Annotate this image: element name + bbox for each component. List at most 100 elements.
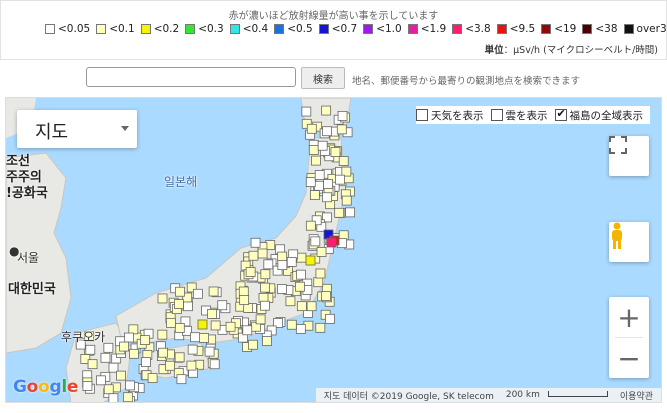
station-marker[interactable] (157, 293, 168, 304)
station-marker[interactable] (263, 259, 274, 270)
toggle-clouds[interactable]: 雲を表示 (490, 108, 548, 123)
station-marker[interactable] (321, 105, 332, 116)
station-marker[interactable] (141, 357, 151, 367)
station-marker[interactable] (248, 339, 258, 350)
station-marker[interactable] (245, 267, 256, 277)
station-marker[interactable] (103, 384, 114, 395)
station-marker[interactable] (257, 248, 268, 259)
station-marker[interactable] (337, 110, 348, 121)
station-marker[interactable] (286, 256, 297, 267)
station-marker[interactable] (147, 373, 158, 383)
station-marker[interactable] (277, 251, 288, 262)
clouds-checkbox[interactable] (490, 109, 503, 121)
station-marker[interactable] (165, 360, 175, 371)
station-marker[interactable] (345, 207, 355, 218)
station-marker[interactable] (336, 124, 347, 135)
station-marker[interactable] (174, 299, 184, 309)
station-marker[interactable] (286, 319, 297, 330)
station-marker[interactable] (157, 329, 168, 340)
station-marker[interactable] (239, 295, 250, 305)
station-marker[interactable] (183, 301, 193, 312)
station-marker[interactable] (262, 336, 272, 347)
station-marker[interactable] (325, 313, 335, 324)
station-marker[interactable] (334, 207, 345, 218)
station-marker[interactable] (255, 314, 266, 325)
fukushima-all-checkbox[interactable] (554, 107, 567, 121)
station-marker[interactable] (301, 106, 312, 117)
station-marker[interactable] (315, 322, 326, 333)
station-marker[interactable] (186, 360, 197, 371)
weather-checkbox[interactable] (416, 109, 428, 121)
station-marker[interactable] (335, 174, 345, 185)
station-marker[interactable] (260, 269, 271, 280)
station-marker[interactable] (207, 309, 218, 319)
station-marker[interactable] (306, 301, 317, 312)
station-marker[interactable] (295, 281, 305, 292)
station-marker[interactable] (108, 393, 119, 403)
station-marker[interactable] (158, 347, 168, 358)
station-marker[interactable] (277, 260, 288, 271)
station-marker[interactable] (330, 147, 341, 157)
station-marker[interactable] (96, 375, 106, 386)
search-input[interactable] (86, 67, 296, 87)
station-marker[interactable] (87, 359, 98, 370)
station-marker[interactable] (190, 332, 201, 343)
station-marker[interactable] (285, 296, 296, 307)
station-marker[interactable] (225, 321, 236, 332)
station-marker[interactable] (296, 269, 306, 280)
station-marker[interactable] (217, 300, 228, 311)
map-scale[interactable]: 200 km (502, 390, 612, 400)
station-marker[interactable] (103, 342, 114, 353)
station-marker[interactable] (314, 170, 325, 180)
station-marker[interactable] (313, 277, 324, 288)
station-marker[interactable] (174, 352, 185, 363)
terms-link[interactable]: 이용약관 (620, 389, 653, 402)
station-marker[interactable] (296, 252, 307, 263)
street-view-pegman[interactable] (609, 222, 649, 262)
search-button[interactable]: 検索 (301, 67, 345, 89)
station-marker[interactable] (248, 250, 259, 261)
station-marker[interactable] (122, 392, 133, 402)
station-marker[interactable] (314, 180, 325, 191)
station-marker[interactable] (242, 325, 253, 336)
station-marker[interactable] (320, 291, 331, 302)
toggle-weather[interactable]: 天気を表示 (416, 108, 484, 123)
map-data-credit[interactable]: 지도 데이터 ©2019 Google, SK telecom (324, 389, 494, 402)
station-marker[interactable] (209, 359, 220, 370)
station-marker[interactable] (250, 237, 261, 248)
station-marker[interactable] (204, 346, 215, 357)
station-marker[interactable] (123, 332, 134, 343)
station-marker[interactable] (341, 166, 352, 177)
station-marker[interactable] (208, 286, 219, 297)
station-marker[interactable] (199, 333, 210, 343)
station-marker[interactable] (187, 344, 198, 355)
map-area[interactable]: 지도 天気を表示 雲を表示 福島の全域表示 + − (5, 97, 662, 403)
zoom-in-button[interactable]: + (609, 297, 649, 337)
station-marker[interactable] (316, 247, 327, 257)
station-marker[interactable] (210, 320, 221, 331)
station-marker[interactable] (116, 370, 126, 381)
zoom-out-button[interactable]: − (609, 338, 649, 378)
station-marker[interactable] (306, 123, 317, 134)
station-marker[interactable] (85, 344, 96, 355)
station-marker[interactable] (315, 268, 326, 279)
station-marker[interactable] (308, 145, 319, 155)
station-marker[interactable] (295, 324, 306, 334)
station-marker[interactable] (238, 286, 249, 297)
station-marker[interactable] (197, 319, 208, 330)
station-marker[interactable] (129, 348, 139, 359)
fullscreen-button[interactable] (609, 136, 649, 176)
station-marker[interactable] (82, 381, 93, 391)
station-marker[interactable] (305, 255, 316, 266)
map-type-selector[interactable]: 지도 (17, 110, 137, 148)
station-marker[interactable] (317, 140, 328, 151)
station-marker[interactable] (338, 156, 349, 166)
station-marker[interactable] (305, 220, 316, 231)
station-marker[interactable] (309, 190, 320, 200)
station-marker[interactable] (305, 177, 316, 187)
station-marker[interactable] (260, 300, 270, 311)
station-marker[interactable] (326, 237, 337, 248)
station-marker[interactable] (192, 288, 203, 299)
station-marker[interactable] (175, 286, 185, 297)
station-marker[interactable] (322, 126, 332, 137)
